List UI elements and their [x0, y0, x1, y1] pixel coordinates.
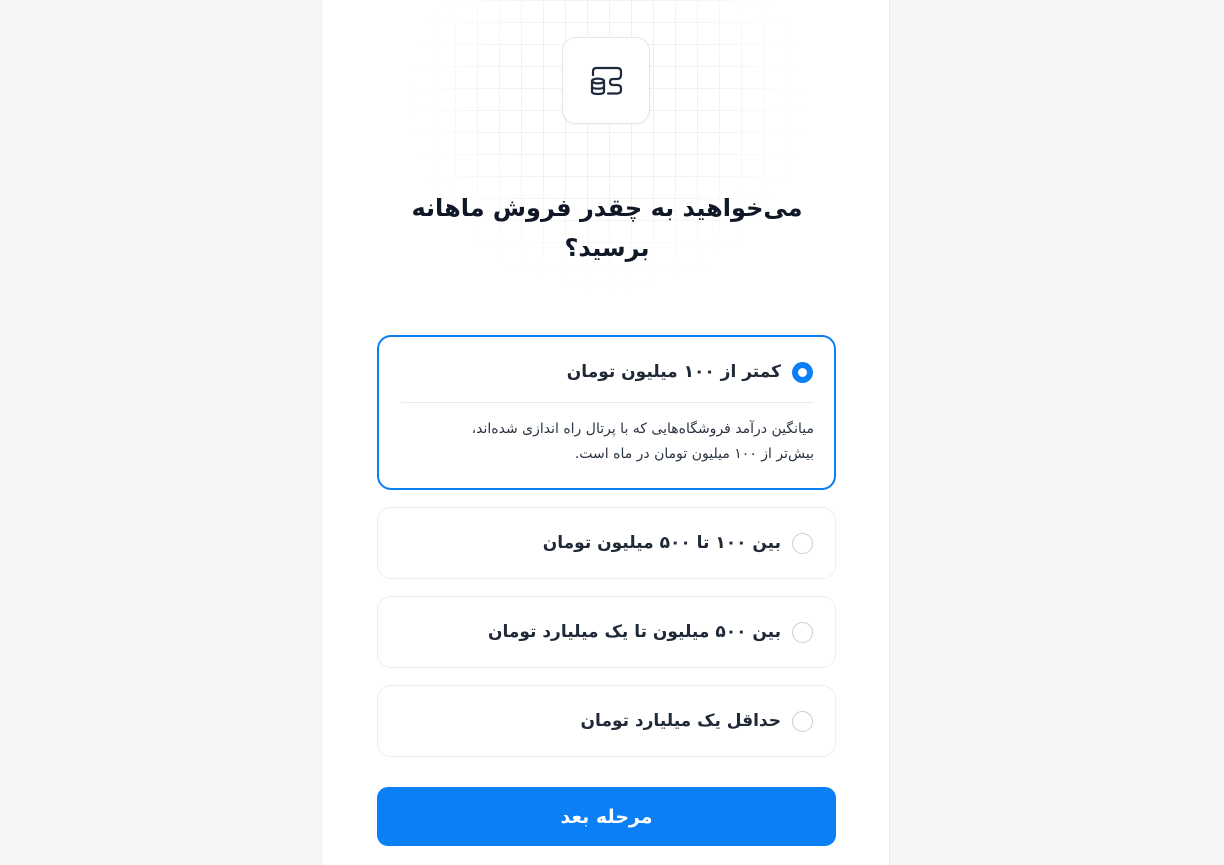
option-label: بین ۵۰۰ میلیون تا یک میلیارد تومان: [487, 622, 781, 642]
option-under-100m[interactable]: کمتر از ۱۰۰ میلیون تومان میانگین درآمد ف…: [377, 335, 836, 490]
revenue-options: کمتر از ۱۰۰ میلیون تومان میانگین درآمد ف…: [377, 335, 836, 774]
option-min-1b[interactable]: حداقل یک میلیارد تومان: [377, 685, 836, 757]
divider: [401, 402, 814, 403]
option-label: کمتر از ۱۰۰ میلیون تومان: [566, 362, 781, 382]
option-label: حداقل یک میلیارد تومان: [580, 711, 781, 731]
onboarding-panel: می‌خواهید به چقدر فروش ماهانه برسید؟ کمت…: [321, 0, 890, 865]
radio-checked-icon[interactable]: [792, 361, 813, 383]
radio-unchecked-icon[interactable]: [792, 532, 813, 554]
radio-unchecked-icon[interactable]: [792, 710, 813, 732]
page-title: می‌خواهید به چقدر فروش ماهانه برسید؟: [411, 194, 803, 262]
next-step-button[interactable]: مرحله بعد: [377, 787, 836, 846]
option-label: بین ۱۰۰ تا ۵۰۰ میلیون تومان: [542, 533, 781, 553]
option-100m-500m[interactable]: بین ۱۰۰ تا ۵۰۰ میلیون تومان: [377, 507, 836, 579]
radio-unchecked-icon[interactable]: [792, 621, 813, 643]
wallet-coins-icon: [562, 37, 650, 124]
option-description: میانگین درآمد فروشگاه‌هایی که با پرتال ر…: [471, 421, 814, 462]
option-500m-1b[interactable]: بین ۵۰۰ میلیون تا یک میلیارد تومان: [377, 596, 836, 668]
